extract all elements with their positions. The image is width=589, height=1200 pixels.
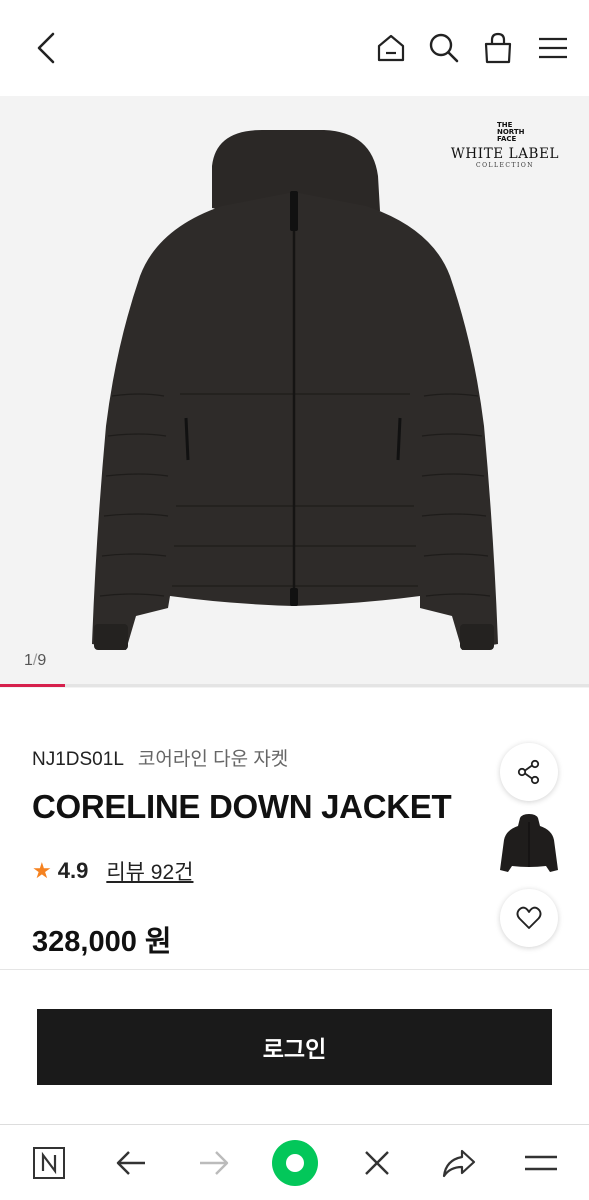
image-counter: 1/9 — [24, 652, 46, 670]
shopping-bag-icon — [484, 32, 512, 64]
counter-current: 1 — [24, 652, 33, 669]
tnf-logo: THE NORTH FACE — [497, 122, 537, 143]
forward-arrow-icon — [200, 1151, 229, 1175]
search-icon — [429, 33, 459, 63]
product-code: NJ1DS01L — [32, 749, 124, 770]
product-korean-name: 코어라인 다운 자켓 — [137, 749, 289, 770]
share-button[interactable] — [500, 743, 558, 801]
wishlist-button[interactable] — [500, 889, 558, 947]
review-link[interactable]: 리뷰 92건 — [106, 856, 193, 886]
gallery-progress-track — [0, 684, 589, 687]
star-icon: ★ — [32, 858, 52, 883]
search-button[interactable] — [424, 28, 464, 68]
menu-icon — [525, 1155, 557, 1171]
naver-n-icon — [33, 1147, 65, 1179]
browser-bottom-bar — [0, 1124, 589, 1200]
product-code-row: NJ1DS01L 코어라인 다운 자켓 — [32, 744, 288, 771]
brand-logo: THE NORTH FACE WHITE LABEL COLLECTION — [449, 122, 561, 170]
back-arrow-icon — [116, 1151, 145, 1175]
section-divider — [0, 969, 589, 970]
product-title: CORELINE DOWN JACKET — [32, 788, 452, 825]
collection-text: COLLECTION — [476, 162, 534, 169]
browser-close-button[interactable] — [357, 1143, 397, 1183]
menu-icon — [539, 37, 567, 59]
back-button[interactable] — [26, 26, 66, 70]
browser-back-button[interactable] — [111, 1143, 151, 1183]
login-button[interactable]: 로그인 — [37, 1009, 552, 1085]
browser-menu-button[interactable] — [521, 1143, 561, 1183]
rating-value: 4.9 — [57, 858, 89, 883]
counter-total: 9 — [37, 652, 47, 669]
jacket-image — [92, 130, 498, 650]
product-thumbnail[interactable] — [498, 812, 560, 878]
browser-forward-button[interactable] — [194, 1143, 234, 1183]
menu-button[interactable] — [532, 28, 574, 68]
green-home-icon — [272, 1140, 318, 1186]
jacket-thumbnail-image — [500, 814, 558, 872]
tnf-text: FACE — [497, 135, 517, 143]
product-price: 328,000 원 — [32, 926, 172, 958]
browser-share-button[interactable] — [439, 1143, 479, 1183]
close-icon — [365, 1151, 389, 1175]
gallery-progress-fill — [0, 684, 65, 687]
heart-icon — [516, 906, 542, 929]
home-icon — [377, 34, 405, 62]
home-button[interactable] — [370, 28, 412, 68]
share-icon — [517, 759, 540, 785]
product-image-gallery[interactable]: THE NORTH FACE WHITE LABEL COLLECTION 1/… — [0, 96, 589, 688]
share-arrow-icon — [442, 1149, 476, 1178]
top-header — [0, 0, 589, 96]
rating-row: ★ 4.9 리뷰 92건 — [32, 856, 193, 886]
white-label-text: WHITE LABEL — [450, 146, 560, 162]
cart-button[interactable] — [478, 28, 518, 68]
naver-button[interactable] — [29, 1143, 69, 1183]
green-home-button[interactable] — [271, 1139, 319, 1187]
chevron-left-icon — [37, 32, 55, 64]
